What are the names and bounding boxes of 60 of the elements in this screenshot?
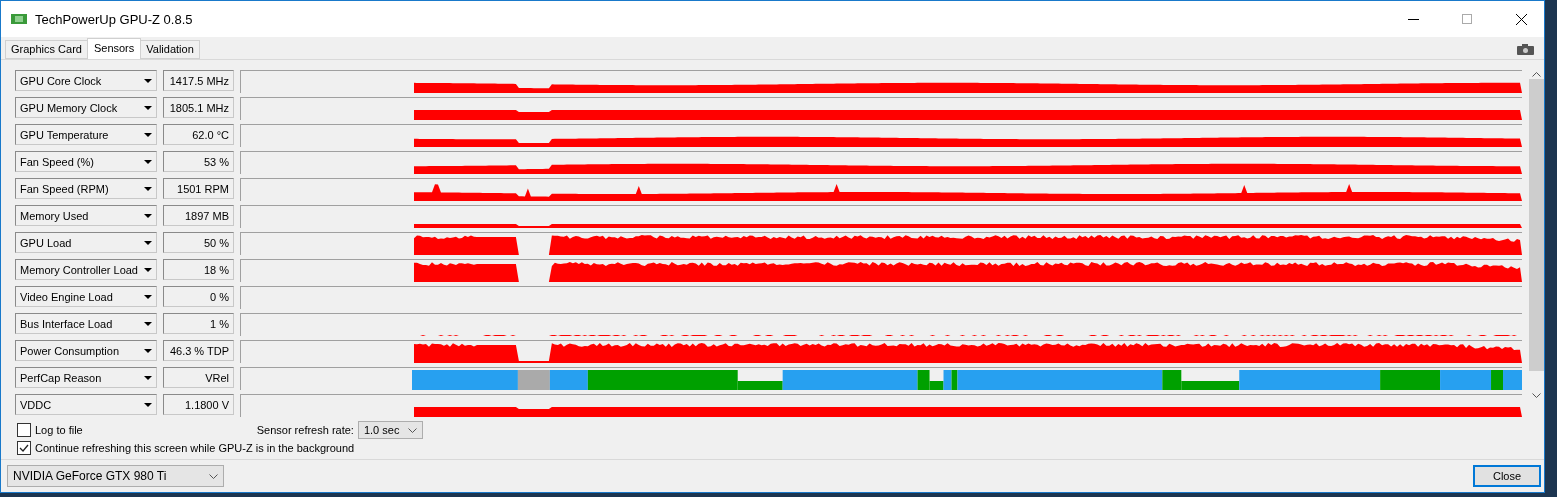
sensor-value: 0 %	[163, 286, 234, 307]
sensor-dropdown[interactable]: Video Engine Load	[15, 286, 157, 307]
sensor-dropdown[interactable]: GPU Temperature	[15, 124, 157, 145]
close-dialog-button[interactable]: Close	[1473, 465, 1541, 487]
sensor-value: 50 %	[163, 232, 234, 253]
sensor-value: 1501 RPM	[163, 178, 234, 199]
refresh-rate-label: Sensor refresh rate:	[256, 424, 354, 436]
tab[interactable]: Graphics Card	[5, 40, 88, 59]
sensor-dropdown[interactable]: PerfCap Reason	[15, 367, 157, 388]
sensor-value: 1.1800 V	[163, 394, 234, 415]
caret-icon	[144, 375, 152, 380]
caret-icon	[144, 78, 152, 83]
sensor-value: 1417.5 MHz	[163, 70, 234, 91]
refresh-rate-dropdown[interactable]: 1.0 sec	[357, 421, 423, 439]
scroll-up-icon[interactable]	[1531, 72, 1541, 77]
sensor-value: 1897 MB	[163, 205, 234, 226]
tab[interactable]: Sensors	[86, 38, 142, 59]
checkbox-label: Continue refreshing this screen while GPU-Z is in the background	[35, 442, 355, 454]
camera-icon[interactable]	[1517, 44, 1534, 55]
sensor-dropdown[interactable]: Power Consumption	[15, 340, 157, 361]
sensor-value: 1 %	[163, 313, 234, 334]
sensor-dropdown[interactable]: Memory Used	[15, 205, 157, 226]
sensor-dropdown[interactable]: GPU Load	[15, 232, 157, 253]
sensor-dropdown[interactable]: Bus Interface Load	[15, 313, 157, 334]
sensor-value: 18 %	[163, 259, 234, 280]
caret-icon	[144, 105, 152, 110]
close-icon[interactable]	[1515, 13, 1527, 25]
checkbox[interactable]	[17, 423, 31, 437]
caret-icon	[144, 186, 152, 191]
caret-icon	[144, 321, 152, 326]
sensor-dropdown[interactable]: GPU Core Clock	[15, 70, 157, 91]
caret-icon	[144, 240, 152, 245]
sensor-dropdown[interactable]: Fan Speed (%)	[15, 151, 157, 172]
sensor-dropdown[interactable]: Memory Controller Load	[15, 259, 157, 280]
sensor-dropdown[interactable]: VDDC	[15, 394, 157, 415]
sensor-dropdown[interactable]: GPU Memory Clock	[15, 97, 157, 118]
sensor-value: 46.3 % TDP	[163, 340, 234, 361]
minimize-icon[interactable]	[1407, 18, 1419, 20]
chevron-down-icon	[209, 473, 218, 479]
chevron-down-icon	[407, 427, 417, 433]
tab[interactable]: Validation	[140, 40, 200, 59]
scroll-down-icon[interactable]	[1531, 393, 1541, 398]
checkbox-label: Log to file	[35, 424, 83, 436]
caret-icon	[144, 294, 152, 299]
caret-icon	[144, 402, 152, 407]
gpu-dropdown[interactable]: NVIDIA GeForce GTX 980 Ti	[7, 465, 224, 487]
window-title: TechPowerUp GPU-Z 0.8.5	[35, 11, 194, 27]
sensor-value: VRel	[163, 367, 234, 388]
caret-icon	[144, 348, 152, 353]
caret-icon	[144, 132, 152, 137]
graphics-card-icon	[11, 13, 27, 25]
caret-icon	[144, 159, 152, 164]
sensor-value: 53 %	[163, 151, 234, 172]
sensor-value: 1805.1 MHz	[163, 97, 234, 118]
checkbox[interactable]	[17, 441, 31, 455]
check-icon	[19, 443, 29, 453]
caret-icon	[144, 267, 152, 272]
sensor-dropdown[interactable]: Fan Speed (RPM)	[15, 178, 157, 199]
sensor-value: 62.0 °C	[163, 124, 234, 145]
caret-icon	[144, 213, 152, 218]
